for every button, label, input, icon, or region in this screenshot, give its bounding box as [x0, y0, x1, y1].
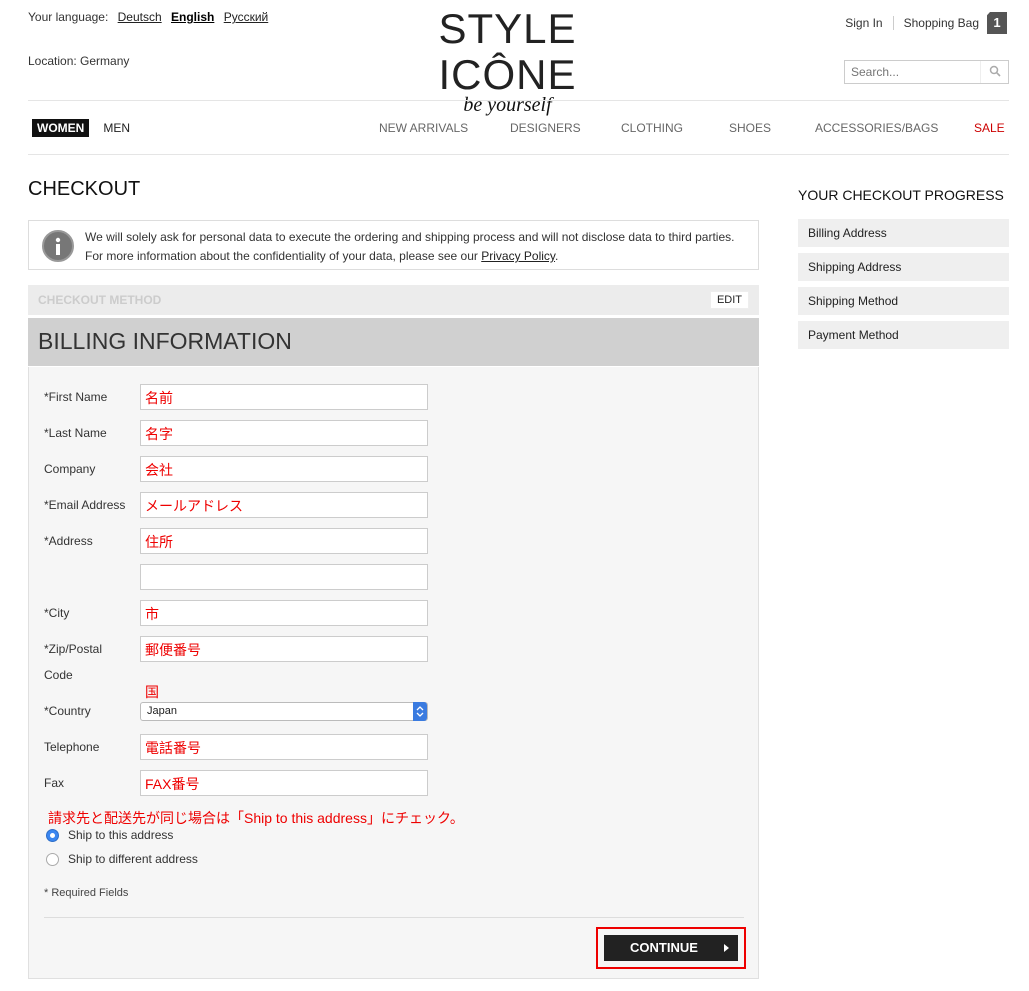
gender-nav: WOMEN MEN: [32, 119, 130, 137]
zip-label-line1: *Zip/Postal: [44, 642, 103, 656]
header-divider: [28, 100, 1009, 101]
select-chevron-icon: [413, 702, 427, 721]
email-label: *Email Address: [44, 498, 126, 512]
zip-input[interactable]: 郵便番号: [140, 636, 428, 662]
nav-new-arrivals[interactable]: NEW ARRIVALS: [379, 121, 468, 135]
nav-men[interactable]: MEN: [103, 121, 130, 135]
nav-designers[interactable]: DESIGNERS: [510, 121, 581, 135]
nav-sale[interactable]: SALE: [974, 121, 1005, 135]
nav-accessories-bags[interactable]: ACCESSORIES/BAGS: [815, 121, 938, 135]
shopping-bag-link[interactable]: Shopping Bag: [904, 16, 979, 30]
same-address-annotation: 請求先と配送先が同じ場合は「Ship to this address」にチェック…: [48, 810, 464, 826]
required-fields-note: * Required Fields: [44, 887, 129, 899]
language-label: Your language:: [28, 10, 109, 24]
language-english[interactable]: English: [171, 10, 214, 24]
info-icon: [42, 230, 74, 262]
billing-title: BILLING INFORMATION: [38, 328, 292, 354]
form-divider: [44, 917, 744, 918]
edit-button[interactable]: EDIT: [709, 291, 749, 309]
fax-label: Fax: [44, 776, 65, 790]
country-annotation: 国: [145, 684, 159, 700]
ship-to-this-address-option[interactable]: Ship to this address: [46, 828, 173, 842]
address-input-line1[interactable]: 住所: [140, 528, 428, 554]
logo-main: STYLE ICÔNE: [438, 5, 577, 98]
arrow-right-icon: [724, 944, 729, 952]
country-label: *Country: [44, 704, 91, 718]
search-icon[interactable]: [980, 61, 1008, 83]
divider: [892, 16, 894, 30]
continue-label: CONTINUE: [630, 940, 698, 955]
ship-to-this-address-label: Ship to this address: [68, 828, 174, 842]
privacy-policy-link[interactable]: Privacy Policy: [481, 249, 555, 263]
last-name-label: *Last Name: [44, 426, 107, 440]
page-title: CHECKOUT: [28, 178, 141, 200]
address-label: *Address: [44, 534, 93, 548]
search-box: [844, 60, 1009, 84]
account-links: Sign In Shopping Bag 1: [845, 12, 1007, 34]
progress-shipping-address[interactable]: Shipping Address: [798, 253, 1009, 281]
location-text: Location: Germany: [28, 54, 130, 68]
country-selected-value: Japan: [147, 705, 177, 717]
language-russian[interactable]: Русский: [224, 10, 269, 24]
checkout-progress-title: YOUR CHECKOUT PROGRESS: [798, 187, 1004, 203]
privacy-text-line1: We will solely ask for personal data to …: [85, 230, 735, 244]
company-label: Company: [44, 462, 96, 476]
language-switcher: Your language: Deutsch English Русский: [28, 10, 268, 24]
nav-clothing[interactable]: CLOTHING: [621, 121, 683, 135]
telephone-input[interactable]: 電話番号: [140, 734, 428, 760]
checkout-method-section: CHECKOUT METHOD EDIT: [28, 285, 759, 315]
search-input[interactable]: [845, 61, 979, 83]
logo-tagline: be yourself: [463, 94, 552, 116]
radio-checked-icon[interactable]: [46, 828, 59, 842]
nav-women[interactable]: WOMEN: [32, 119, 90, 137]
continue-highlight: CONTINUE: [596, 927, 746, 969]
shopping-bag-icon[interactable]: 1: [987, 12, 1007, 34]
email-input[interactable]: メールアドレス: [140, 492, 428, 518]
telephone-label: Telephone: [44, 740, 100, 754]
privacy-text-line2: For more information about the confident…: [85, 249, 478, 263]
nav-divider: [28, 154, 1009, 155]
language-deutsch[interactable]: Deutsch: [118, 10, 162, 24]
first-name-label: *First Name: [44, 390, 108, 404]
ship-to-different-address-option[interactable]: Ship to different address: [46, 852, 198, 866]
country-select[interactable]: Japan: [140, 702, 428, 721]
ship-to-different-address-label: Ship to different address: [68, 852, 198, 866]
progress-payment-method[interactable]: Payment Method: [798, 321, 1009, 349]
progress-shipping-method[interactable]: Shipping Method: [798, 287, 1009, 315]
fax-input[interactable]: FAX番号: [140, 770, 428, 796]
privacy-text-suffix: .: [555, 249, 559, 263]
city-input[interactable]: 市: [140, 600, 428, 626]
radio-unchecked-icon[interactable]: [46, 852, 59, 866]
last-name-input[interactable]: 名字: [140, 420, 428, 446]
zip-label-line2: Code: [44, 668, 73, 682]
billing-header: BILLING INFORMATION: [28, 318, 759, 366]
sign-in-link[interactable]: Sign In: [845, 16, 882, 30]
progress-billing-address[interactable]: Billing Address: [798, 219, 1009, 247]
company-input[interactable]: 会社: [140, 456, 428, 482]
continue-button[interactable]: CONTINUE: [604, 935, 738, 961]
city-label: *City: [44, 606, 70, 620]
checkout-method-title: CHECKOUT METHOD: [38, 293, 162, 307]
first-name-input[interactable]: 名前: [140, 384, 428, 410]
nav-shoes[interactable]: SHOES: [729, 121, 771, 135]
privacy-notice: We will solely ask for personal data to …: [28, 220, 759, 270]
address-input-line2[interactable]: [140, 564, 428, 590]
